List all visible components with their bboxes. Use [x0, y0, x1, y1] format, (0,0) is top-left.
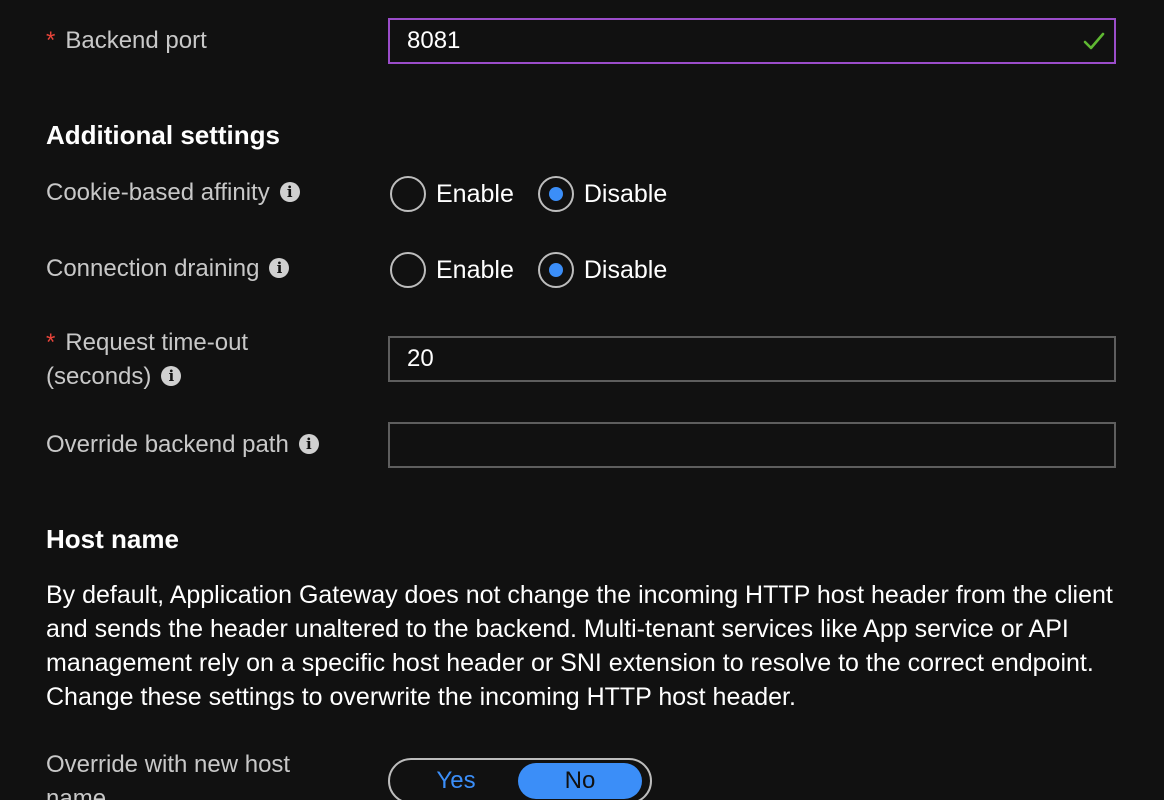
backend-port-label: * Backend port	[46, 27, 207, 54]
info-icon[interactable]: i	[298, 433, 319, 454]
override-host-name-toggle[interactable]: Yes No	[388, 758, 652, 800]
toggle-yes-option[interactable]: Yes	[394, 763, 518, 799]
required-marker: *	[46, 329, 56, 356]
cookie-affinity-radio-group: Enable Disable	[390, 176, 691, 212]
cookie-affinity-label: Cookie-based affinity i	[46, 176, 300, 210]
info-icon[interactable]: i	[269, 257, 290, 278]
connection-draining-radio-group: Enable Disable	[390, 252, 691, 288]
radio-circle-selected[interactable]	[537, 252, 574, 288]
override-backend-path-label: Override backend path i	[46, 428, 319, 462]
radio-circle[interactable]	[390, 176, 426, 212]
additional-settings-heading: Additional settings	[46, 120, 280, 150]
override-host-name-label: Override with new host name	[46, 751, 291, 800]
request-timeout-value: 20	[407, 345, 434, 372]
connection-draining-label: Connection draining i	[46, 252, 290, 286]
toggle-no-option[interactable]: No	[518, 763, 642, 799]
info-icon[interactable]: i	[161, 365, 182, 386]
host-name-heading: Host name	[46, 524, 179, 554]
required-marker: *	[46, 27, 56, 54]
request-timeout-input[interactable]: 20	[388, 336, 1116, 382]
radio-circle[interactable]	[390, 252, 426, 288]
host-name-description: By default, Application Gateway does not…	[46, 581, 1113, 711]
radio-circle-selected[interactable]	[537, 176, 574, 212]
backend-port-value: 8081	[407, 27, 461, 54]
cookie-affinity-disable-radio[interactable]: Disable	[537, 176, 667, 212]
request-timeout-label: * Request time-out (seconds) i	[46, 329, 249, 390]
connection-draining-enable-radio[interactable]: Enable	[390, 252, 514, 288]
connection-draining-disable-radio[interactable]: Disable	[537, 252, 667, 288]
backend-port-input[interactable]: 8081	[388, 18, 1116, 64]
info-icon[interactable]: i	[279, 181, 300, 202]
cookie-affinity-enable-radio[interactable]: Enable	[390, 176, 514, 212]
override-backend-path-input[interactable]	[388, 422, 1116, 468]
checkmark-icon	[1083, 32, 1105, 50]
